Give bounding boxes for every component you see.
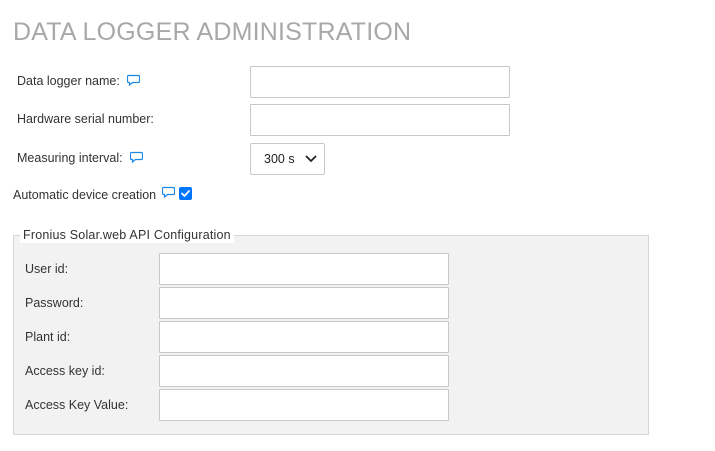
password-input[interactable] <box>159 287 449 319</box>
password-label: Password: <box>25 296 84 310</box>
access-key-id-label: Access key id: <box>25 364 105 378</box>
comment-icon[interactable] <box>162 186 175 198</box>
interval-select[interactable]: 300 s <box>250 143 325 175</box>
access-key-value-label: Access Key Value: <box>25 398 129 412</box>
logger-name-label-group: Data logger name: <box>17 74 141 88</box>
access-key-value-input[interactable] <box>159 389 449 421</box>
user-id-label: User id: <box>25 262 69 276</box>
serial-number-input[interactable] <box>250 104 510 136</box>
checkmark-icon <box>181 190 190 197</box>
plant-id-label: Plant id: <box>25 330 71 344</box>
comment-icon[interactable] <box>127 74 141 86</box>
logger-name-input[interactable] <box>250 66 510 98</box>
chevron-down-icon <box>305 155 317 162</box>
api-config-legend: Fronius Solar.web API Configuration <box>20 227 234 243</box>
plant-id-input[interactable] <box>159 321 449 353</box>
user-id-input[interactable] <box>159 253 449 285</box>
serial-label: Hardware serial number: <box>17 112 154 126</box>
access-key-id-input[interactable] <box>159 355 449 387</box>
logger-name-label: Data logger name: <box>17 74 120 88</box>
interval-label-group: Measuring interval: <box>17 151 144 165</box>
interval-selected-value: 300 s <box>264 152 295 166</box>
auto-device-label: Automatic device creation <box>13 188 157 202</box>
page-title: DATA LOGGER ADMINISTRATION <box>13 18 412 46</box>
auto-device-checkbox[interactable] <box>179 187 192 200</box>
data-logger-admin-page: DATA LOGGER ADMINISTRATION Data logger n… <box>0 0 715 451</box>
interval-label: Measuring interval: <box>17 151 123 165</box>
comment-icon[interactable] <box>130 151 144 163</box>
